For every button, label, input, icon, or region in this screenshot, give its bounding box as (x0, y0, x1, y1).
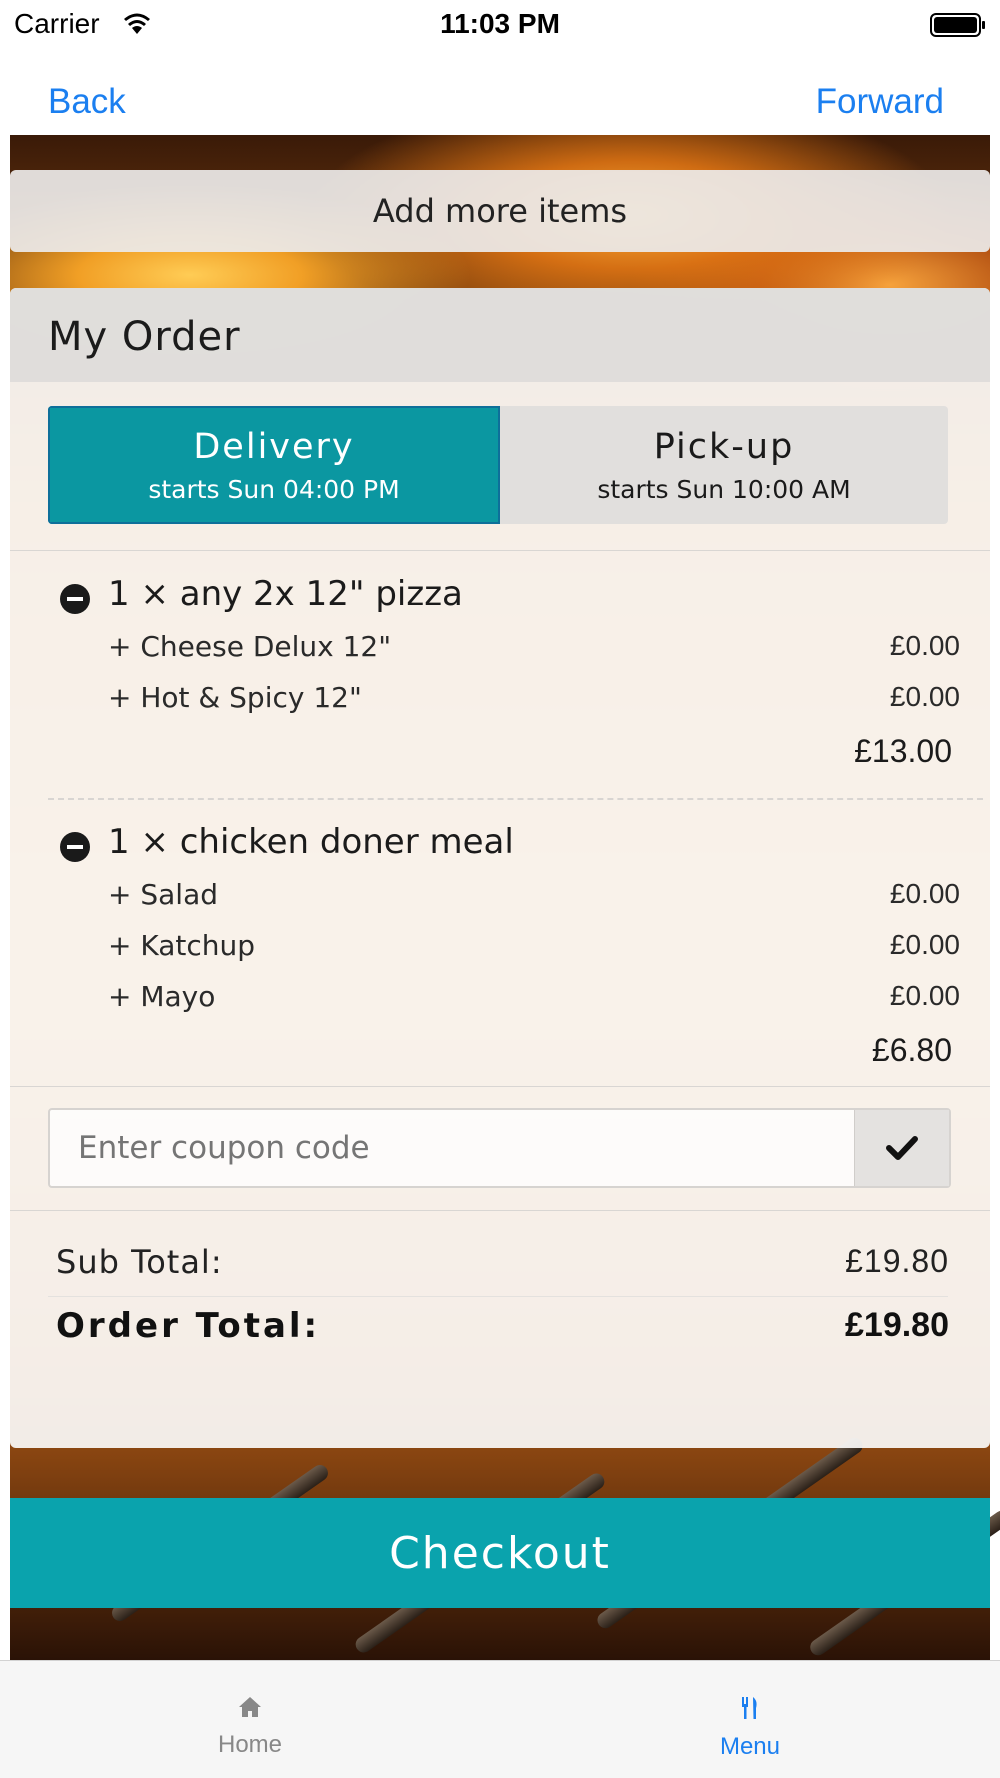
tab-label: Home (217, 1731, 283, 1758)
divider (10, 1086, 990, 1087)
pickup-title: Pick-up (653, 426, 795, 467)
delivery-subtitle: starts Sun 04:00 PM (148, 474, 400, 504)
sub-total-value: £19.80 (845, 1243, 949, 1279)
battery-icon (930, 13, 985, 37)
tab-bar: Home Menu (0, 1660, 1000, 1778)
order-card: My Order Delivery starts Sun 04:00 PM Pi… (10, 288, 990, 1448)
option-price: £0.00 (889, 681, 960, 712)
option-name: + Katchup (108, 929, 256, 962)
option-name: + Hot & Spicy 12" (108, 681, 362, 714)
nav-bar: Back Forward (0, 60, 1000, 135)
divider (48, 1296, 948, 1297)
option-name: + Mayo (108, 980, 216, 1013)
coupon-input[interactable] (50, 1110, 854, 1186)
apply-coupon-button[interactable] (854, 1110, 949, 1186)
order-item-title: 1 × chicken doner meal (108, 822, 514, 862)
divider (10, 550, 990, 551)
divider (10, 1210, 990, 1211)
coupon-field (48, 1108, 951, 1188)
fork-knife-icon (742, 1697, 757, 1719)
order-item-title: 1 × any 2x 12" pizza (108, 574, 463, 614)
option-price: £0.00 (889, 929, 960, 960)
item-total: £13.00 (854, 733, 952, 769)
forward-button[interactable]: Forward (816, 82, 944, 122)
order-title: My Order (10, 288, 990, 382)
sub-total-label: Sub Total: (56, 1243, 223, 1281)
pickup-option[interactable]: Pick-up starts Sun 10:00 AM (500, 406, 948, 524)
checkmark-icon (886, 1136, 918, 1160)
tab-menu[interactable]: Menu (500, 1661, 1000, 1778)
order-total-value: £19.80 (845, 1306, 949, 1344)
fulfillment-toggle: Delivery starts Sun 04:00 PM Pick-up sta… (48, 406, 948, 524)
option-price: £0.00 (889, 630, 960, 661)
delivery-title: Delivery (193, 426, 355, 467)
option-name: + Salad (108, 878, 219, 911)
delivery-option[interactable]: Delivery starts Sun 04:00 PM (48, 406, 500, 524)
remove-item-icon[interactable] (60, 832, 90, 862)
home-icon (239, 1697, 261, 1717)
tab-label: Menu (719, 1733, 781, 1760)
pickup-subtitle: starts Sun 10:00 AM (597, 474, 851, 504)
option-name: + Cheese Delux 12" (108, 630, 392, 663)
status-bar: Carrier 11:03 PM (0, 0, 1000, 50)
item-total: £6.80 (871, 1032, 952, 1068)
checkout-button[interactable]: Checkout (10, 1498, 990, 1608)
option-price: £0.00 (889, 980, 960, 1011)
back-button[interactable]: Back (48, 82, 126, 122)
add-more-items-button[interactable]: Add more items (10, 170, 990, 252)
item-separator (48, 798, 983, 800)
remove-item-icon[interactable] (60, 584, 90, 614)
tab-home[interactable]: Home (0, 1661, 500, 1778)
option-price: £0.00 (889, 878, 960, 909)
order-total-label: Order Total: (56, 1306, 321, 1346)
clock: 11:03 PM (440, 8, 560, 39)
